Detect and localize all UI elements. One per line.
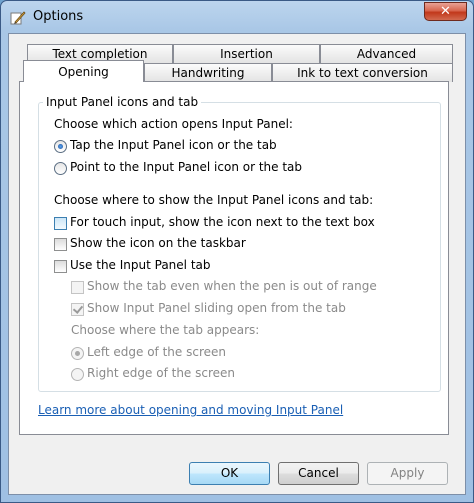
options-window: Options ✕ Text completion Insertion Adva… (0, 0, 474, 503)
close-button[interactable]: ✕ (424, 2, 467, 21)
tab-label: Handwriting (171, 66, 245, 80)
title-bar[interactable]: Options ✕ (1, 1, 473, 33)
checkbox-touch-input[interactable] (54, 217, 67, 230)
tab-appears-prompt: Choose where the tab appears: (71, 323, 260, 337)
checkbox-sliding-label[interactable]: Show Input Panel sliding open from the t… (87, 301, 346, 315)
cancel-button[interactable]: Cancel (278, 462, 359, 485)
radio-right-edge-label[interactable]: Right edge of the screen (87, 366, 235, 380)
radio-point[interactable] (54, 162, 67, 175)
group-title: Input Panel icons and tab (43, 95, 202, 109)
checkbox-show-tab-out-of-range-label[interactable]: Show the tab even when the pen is out of… (87, 279, 377, 293)
tab-label: Ink to text conversion (297, 66, 428, 80)
tab-label: Text completion (52, 47, 148, 61)
checkbox-sliding[interactable] (71, 303, 84, 316)
radio-point-label[interactable]: Point to the Input Panel icon or the tab (70, 160, 302, 174)
checkbox-taskbar-label[interactable]: Show the icon on the taskbar (70, 236, 246, 250)
checkbox-use-tab[interactable] (54, 260, 67, 273)
radio-tap-label[interactable]: Tap the Input Panel icon or the tab (70, 138, 277, 152)
checkbox-touch-input-label[interactable]: For touch input, show the icon next to t… (70, 215, 375, 229)
tab-opening[interactable]: Opening (23, 60, 144, 82)
pen-icon (10, 11, 26, 25)
radio-left-edge[interactable] (71, 347, 84, 360)
action-prompt: Choose which action opens Input Panel: (54, 117, 293, 131)
tab-insertion[interactable]: Insertion (173, 44, 320, 63)
tab-ink-to-text-conversion[interactable]: Ink to text conversion (272, 63, 453, 82)
checkbox-show-tab-out-of-range[interactable] (71, 281, 84, 294)
close-icon: ✕ (440, 4, 451, 19)
tab-label: Opening (58, 65, 109, 79)
radio-tap[interactable] (54, 140, 67, 153)
checkbox-taskbar[interactable] (54, 238, 67, 251)
window-title: Options (33, 9, 84, 24)
tab-advanced[interactable]: Advanced (320, 44, 453, 63)
ok-button[interactable]: OK (189, 462, 270, 485)
tab-label: Advanced (356, 47, 417, 61)
radio-right-edge[interactable] (71, 368, 84, 381)
where-prompt: Choose where to show the Input Panel ico… (54, 193, 374, 207)
tab-label: Insertion (220, 47, 273, 61)
checkbox-use-tab-label[interactable]: Use the Input Panel tab (70, 258, 211, 272)
learn-more-link[interactable]: Learn more about opening and moving Inpu… (38, 403, 343, 417)
radio-left-edge-label[interactable]: Left edge of the screen (87, 345, 226, 359)
tab-handwriting[interactable]: Handwriting (144, 63, 272, 82)
apply-button[interactable]: Apply (367, 462, 448, 485)
